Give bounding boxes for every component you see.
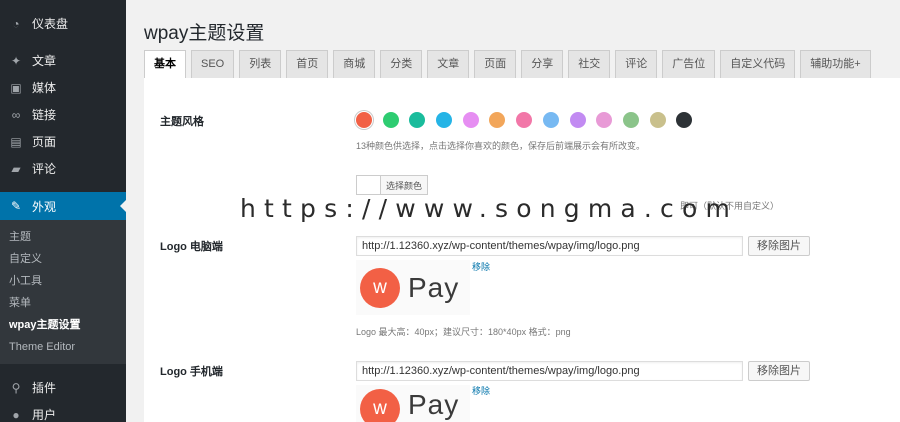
tab-4[interactable]: 商城	[333, 50, 376, 78]
appearance-submenu: 主题 自定义 小工具 菜单 wpay主题设置 Theme Editor	[0, 220, 126, 364]
logo-mobile-remove-link[interactable]: 移除	[472, 384, 490, 397]
logo-mark: w	[360, 267, 400, 308]
sidebar-item-media[interactable]: ▣ 媒体	[0, 74, 126, 101]
color-swatch[interactable]	[542, 112, 559, 128]
logo-pc-remove-image-button[interactable]: 移除图片	[748, 236, 810, 256]
tab-1[interactable]: SEO	[191, 50, 235, 78]
color-swatch[interactable]	[409, 112, 426, 128]
tab-9[interactable]: 社交	[568, 50, 611, 78]
color-swatch[interactable]	[569, 112, 586, 128]
sidebar-item-label: 页面	[32, 135, 57, 149]
sidebar-item-label: 链接	[32, 108, 57, 122]
logo-mobile-preview: w Pay	[356, 385, 470, 422]
logo-pc-hint: Logo 最大高：40px；建议尺寸：180*40px 格式：png	[356, 327, 571, 337]
tab-7[interactable]: 页面	[474, 50, 517, 78]
logo-text: Pay	[408, 389, 460, 420]
sidebar-item-pages[interactable]: ▤ 页面	[0, 128, 126, 155]
submenu-item-menus[interactable]: 菜单	[0, 292, 126, 314]
choose-color-button[interactable]: 选择颜色	[356, 175, 429, 195]
logo-mobile-label: Logo 手机端	[160, 366, 223, 378]
logo-mobile-url-input[interactable]	[356, 361, 743, 381]
color-swatches	[356, 112, 703, 128]
sidebar-item-plugins[interactable]: ⚲ 插件	[0, 374, 126, 401]
theme-style-description: 13种颜色供选择，点击选择你喜欢的颜色，保存后前端展示会有所改变。	[356, 141, 646, 151]
settings-panel: 主题风格 13种颜色供选择，点击选择你喜欢的颜色，保存后前端展示会有所改变。 选…	[144, 78, 900, 422]
tab-6[interactable]: 文章	[427, 50, 470, 78]
color-swatch[interactable]	[516, 112, 533, 128]
user-icon: ●	[12, 407, 20, 422]
sidebar-item-appearance[interactable]: ✎ 外观	[0, 192, 126, 220]
color-swatch[interactable]	[356, 112, 372, 128]
sidebar-item-label: 用户	[32, 408, 57, 422]
pin-icon: ✦	[10, 53, 22, 68]
tab-13[interactable]: 辅助功能+	[800, 50, 871, 78]
tab-11[interactable]: 广告位	[662, 50, 716, 78]
color-swatch[interactable]	[649, 112, 666, 128]
settings-tabs: 基本 SEO 列表 首页 商城 分类 文章 页面 分享 社交 评论 广告位 自定义代码 辅助功能+	[144, 50, 876, 78]
logo-mobile-remove-image-button[interactable]: 移除图片	[748, 361, 810, 381]
sidebar-item-label: 媒体	[32, 81, 57, 95]
page-icon: ▤	[10, 134, 22, 149]
sidebar-item-comments[interactable]: ▰ 评论	[0, 155, 126, 182]
comment-icon: ▰	[11, 161, 21, 176]
choose-color-label: 选择颜色	[386, 180, 423, 191]
tab-0[interactable]: 基本	[144, 50, 186, 78]
submenu-item-theme-editor[interactable]: Theme Editor	[0, 336, 126, 358]
logo-pc-url-input[interactable]	[356, 236, 743, 256]
logo-pc-remove-link[interactable]: 移除	[472, 260, 490, 273]
color-swatch[interactable]	[462, 112, 479, 128]
color-swatch[interactable]	[596, 112, 613, 128]
sidebar-item-users[interactable]: ● 用户	[0, 401, 126, 422]
logo-pc-preview: w Pay	[356, 260, 470, 315]
sidebar-item-label: 插件	[32, 381, 57, 395]
media-icon: ▣	[10, 80, 22, 95]
logo-pc-label: Logo 电脑端	[160, 241, 223, 253]
sidebar-item-dashboard[interactable]: ◔ 仪表盘	[0, 10, 126, 37]
watermark-text: https://www.songma.com	[240, 194, 739, 223]
plugin-icon: ⚲	[11, 380, 21, 395]
tab-12[interactable]: 自定义代码	[720, 50, 796, 78]
color-swatch[interactable]	[622, 112, 639, 128]
sidebar-item-label: 评论	[32, 162, 57, 176]
tab-8[interactable]: 分享	[521, 50, 564, 78]
color-preview	[357, 176, 381, 194]
color-swatch[interactable]	[676, 112, 693, 128]
theme-style-label: 主题风格	[160, 116, 204, 128]
tab-10[interactable]: 评论	[615, 50, 658, 78]
sidebar-item-links[interactable]: ∞ 链接	[0, 101, 126, 128]
tab-5[interactable]: 分类	[380, 50, 423, 78]
dashboard-icon: ◔	[12, 16, 20, 31]
submenu-item-customize[interactable]: 自定义	[0, 248, 126, 270]
sidebar-item-label: 文章	[32, 54, 57, 68]
sidebar-item-posts[interactable]: ✦ 文章	[0, 47, 126, 74]
logo-mark: w	[360, 389, 400, 422]
color-swatch[interactable]	[382, 112, 399, 128]
color-swatch[interactable]	[489, 112, 506, 128]
tab-2[interactable]: 列表	[239, 50, 282, 78]
logo-text: Pay	[408, 271, 460, 303]
paintbrush-icon: ✎	[10, 199, 22, 213]
submenu-item-wpay-settings[interactable]: wpay主题设置	[0, 314, 126, 336]
sidebar-item-label: 仪表盘	[32, 17, 69, 31]
submenu-item-themes[interactable]: 主题	[0, 226, 126, 248]
sidebar-item-label: 外观	[32, 199, 57, 214]
page-title: wpay主题设置	[144, 23, 265, 44]
admin-sidebar: ◔ 仪表盘 ✦ 文章 ▣ 媒体 ∞ 链接 ▤ 页面 ▰ 评论 ✎ 外观 主题 自定义 小工具 菜单 w…	[0, 0, 126, 422]
link-icon: ∞	[11, 107, 21, 122]
tab-3[interactable]: 首页	[286, 50, 329, 78]
submenu-item-widgets[interactable]: 小工具	[0, 270, 126, 292]
color-swatch[interactable]	[436, 112, 453, 128]
